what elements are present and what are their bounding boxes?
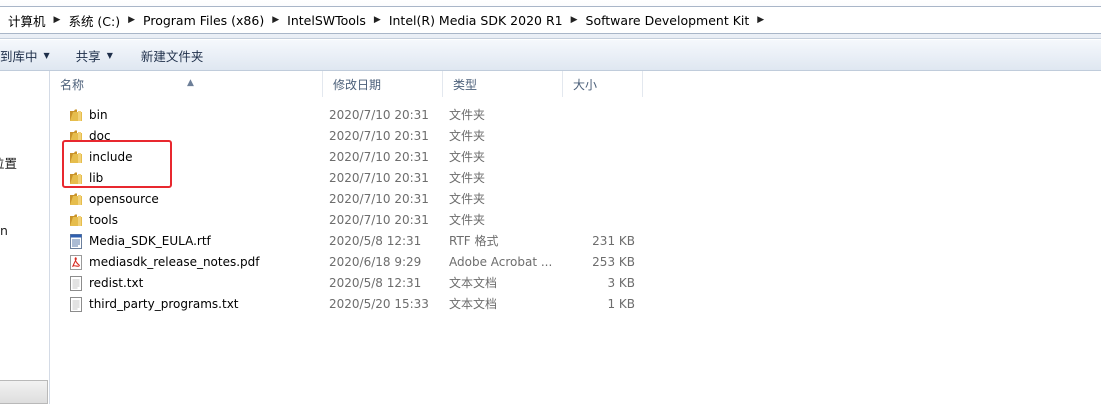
file-type: 文件夹 bbox=[449, 129, 486, 143]
file-date: 2020/5/8 12:31 bbox=[329, 234, 422, 248]
file-date: 2020/5/8 12:31 bbox=[329, 276, 422, 290]
text-document-icon bbox=[70, 276, 82, 291]
file-date: 2020/7/10 20:31 bbox=[329, 150, 429, 164]
breadcrumb-separator-icon[interactable]: ▶ bbox=[128, 15, 135, 25]
share-button[interactable]: 共享 ▼ bbox=[66, 40, 123, 70]
file-type: 文件夹 bbox=[449, 171, 486, 185]
breadcrumb-separator-icon[interactable]: ▶ bbox=[54, 15, 61, 25]
breadcrumb-separator-icon[interactable]: ▶ bbox=[757, 15, 764, 25]
file-size bbox=[565, 126, 635, 147]
breadcrumb-media-sdk[interactable]: Intel(R) Media SDK 2020 R1 bbox=[387, 13, 565, 28]
file-row-include[interactable]: include 2020/7/10 20:31 文件夹 bbox=[50, 147, 650, 168]
file-name: Media_SDK_EULA.rtf bbox=[89, 234, 211, 248]
file-date: 2020/6/18 9:29 bbox=[329, 255, 422, 269]
chevron-down-icon: ▼ bbox=[43, 50, 50, 60]
breadcrumb[interactable]: 计算机 ▶ 系统 (C:) ▶ Program Files (x86) ▶ In… bbox=[0, 6, 1101, 34]
column-header-date-label: 修改日期 bbox=[333, 78, 382, 92]
file-size: 3 KB bbox=[607, 276, 635, 290]
file-row-opensource[interactable]: opensource 2020/7/10 20:31 文件夹 bbox=[50, 189, 650, 210]
rtf-document-icon bbox=[70, 234, 82, 249]
folder-icon bbox=[70, 109, 82, 121]
column-headers: 名称 ▲ 修改日期 类型 大小 bbox=[50, 71, 1101, 97]
sort-ascending-icon: ▲ bbox=[187, 78, 194, 88]
file-name: doc bbox=[89, 129, 111, 143]
include-in-library-button[interactable]: 到库中 ▼ bbox=[0, 40, 60, 70]
file-row-release-notes[interactable]: mediasdk_release_notes.pdf 2020/6/18 9:2… bbox=[50, 252, 650, 273]
file-size: 253 KB bbox=[592, 255, 635, 269]
file-row-eula[interactable]: Media_SDK_EULA.rtf 2020/5/8 12:31 RTF 格式… bbox=[50, 231, 650, 252]
breadcrumb-separator-icon[interactable]: ▶ bbox=[374, 15, 381, 25]
file-size bbox=[565, 147, 635, 168]
column-header-size-label: 大小 bbox=[573, 78, 598, 92]
column-header-size[interactable]: 大小 bbox=[563, 71, 643, 97]
chevron-down-icon: ▼ bbox=[106, 50, 113, 60]
file-type: 文本文档 bbox=[449, 276, 498, 290]
text-document-icon bbox=[70, 297, 82, 312]
file-type: 文件夹 bbox=[449, 108, 486, 122]
breadcrumb-program-files[interactable]: Program Files (x86) bbox=[141, 13, 266, 28]
file-name: include bbox=[89, 150, 133, 164]
breadcrumb-sdk-kit[interactable]: Software Development Kit bbox=[584, 13, 752, 28]
breadcrumb-computer[interactable]: 计算机 bbox=[6, 11, 48, 30]
column-header-date[interactable]: 修改日期 bbox=[323, 71, 443, 97]
nav-item-location[interactable]: 位置 bbox=[0, 153, 17, 172]
file-size bbox=[565, 210, 635, 231]
pdf-document-icon bbox=[70, 255, 82, 270]
new-folder-label: 新建文件夹 bbox=[140, 48, 204, 64]
file-size bbox=[565, 105, 635, 126]
nav-item-partial[interactable]: n bbox=[0, 223, 8, 238]
file-type: RTF 格式 bbox=[449, 234, 499, 248]
file-date: 2020/7/10 20:31 bbox=[329, 129, 429, 143]
navigation-pane: 位置 n bbox=[0, 71, 50, 404]
file-row-third-party[interactable]: third_party_programs.txt 2020/5/20 15:33… bbox=[50, 294, 650, 315]
file-size: 231 KB bbox=[592, 234, 635, 248]
column-header-name[interactable]: 名称 ▲ bbox=[50, 71, 323, 97]
file-row-bin[interactable]: bin 2020/7/10 20:31 文件夹 bbox=[50, 105, 650, 126]
file-size bbox=[565, 189, 635, 210]
file-name: third_party_programs.txt bbox=[89, 297, 239, 311]
file-type: 文件夹 bbox=[449, 213, 486, 227]
file-row-redist[interactable]: redist.txt 2020/5/8 12:31 文本文档 3 KB bbox=[50, 273, 650, 294]
file-row-lib[interactable]: lib 2020/7/10 20:31 文件夹 bbox=[50, 168, 650, 189]
column-header-name-label: 名称 bbox=[60, 78, 85, 92]
file-date: 2020/7/10 20:31 bbox=[329, 213, 429, 227]
new-folder-button[interactable]: 新建文件夹 bbox=[131, 40, 214, 70]
breadcrumb-intelswtools[interactable]: IntelSWTools bbox=[285, 13, 368, 28]
folder-icon bbox=[70, 193, 82, 205]
file-date: 2020/5/20 15:33 bbox=[329, 297, 429, 311]
share-label: 共享 bbox=[75, 48, 101, 64]
file-name: mediasdk_release_notes.pdf bbox=[89, 255, 260, 269]
address-bar: 计算机 ▶ 系统 (C:) ▶ Program Files (x86) ▶ In… bbox=[0, 0, 1101, 39]
folder-icon bbox=[70, 130, 82, 142]
column-header-type-label: 类型 bbox=[453, 78, 478, 92]
file-row-doc[interactable]: doc 2020/7/10 20:31 文件夹 bbox=[50, 126, 650, 147]
horizontal-scrollbar[interactable] bbox=[0, 380, 48, 404]
breadcrumb-separator-icon[interactable]: ▶ bbox=[571, 15, 578, 25]
file-date: 2020/7/10 20:31 bbox=[329, 108, 429, 122]
folder-icon bbox=[70, 214, 82, 226]
file-name: tools bbox=[89, 213, 118, 227]
file-size bbox=[565, 168, 635, 189]
file-date: 2020/7/10 20:31 bbox=[329, 192, 429, 206]
file-type: 文件夹 bbox=[449, 150, 486, 164]
toolbar: 到库中 ▼ 共享 ▼ 新建文件夹 bbox=[0, 40, 1101, 71]
breadcrumb-drive-c[interactable]: 系统 (C:) bbox=[66, 11, 122, 30]
file-name: redist.txt bbox=[89, 276, 144, 290]
file-type: Adobe Acrobat ... bbox=[449, 255, 553, 269]
file-type: 文本文档 bbox=[449, 297, 498, 311]
file-date: 2020/7/10 20:31 bbox=[329, 171, 429, 185]
file-size: 1 KB bbox=[607, 297, 635, 311]
breadcrumb-separator-icon[interactable]: ▶ bbox=[272, 15, 279, 25]
folder-icon bbox=[70, 172, 82, 184]
file-name: bin bbox=[89, 108, 108, 122]
folder-icon bbox=[70, 151, 82, 163]
file-name: opensource bbox=[89, 192, 159, 206]
file-type: 文件夹 bbox=[449, 192, 486, 206]
include-in-library-label: 到库中 bbox=[0, 48, 38, 64]
file-row-tools[interactable]: tools 2020/7/10 20:31 文件夹 bbox=[50, 210, 650, 231]
column-header-type[interactable]: 类型 bbox=[443, 71, 563, 97]
file-name: lib bbox=[89, 171, 104, 185]
